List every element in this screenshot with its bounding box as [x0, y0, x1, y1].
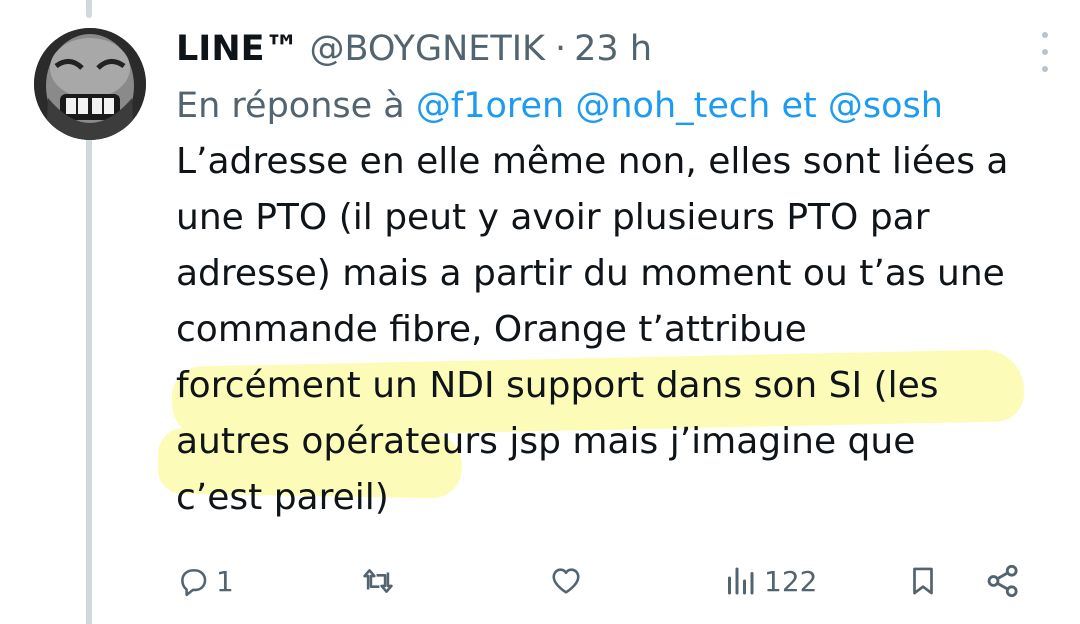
tweet: LINE™ @BOYGNETIK · 23 h En réponse à @f1…: [157, 20, 1060, 526]
mention-link[interactable]: @sosh: [828, 86, 943, 126]
reply-count: 1: [216, 564, 234, 598]
reply-conjunction: et: [781, 86, 817, 126]
tweet-text: L’adresse en elle même non, elles sont l…: [157, 134, 1060, 526]
separator: ·: [555, 29, 567, 69]
handle[interactable]: @BOYGNETIK: [310, 29, 545, 69]
thread-line-bottom: [86, 138, 92, 624]
text-line: commande fibre, Orange t’attribue: [176, 309, 807, 350]
retweet-button[interactable]: [360, 564, 396, 598]
text-line: c’est pareil): [176, 477, 389, 518]
views-count: 122: [764, 564, 818, 598]
text-line: une PTO (il peut y avoir plusieurs PTO p…: [176, 197, 930, 238]
text-line: autres opérateurs jsp mais j’imagine que: [176, 421, 916, 462]
mention-link[interactable]: @noh_tech: [575, 86, 770, 126]
mention-link[interactable]: @f1oren: [416, 86, 564, 126]
more-vertical-icon[interactable]: [1030, 30, 1060, 74]
action-bar: 1 122: [176, 555, 1036, 607]
reply-button[interactable]: 1: [176, 564, 234, 598]
tweet-header: LINE™ @BOYGNETIK · 23 h: [176, 20, 1060, 78]
avatar[interactable]: [34, 28, 146, 140]
like-button[interactable]: [548, 564, 584, 598]
reply-icon: [181, 569, 207, 597]
bookmark-icon: [913, 567, 933, 595]
share-icon: [987, 564, 1018, 598]
views-icon: [728, 567, 754, 595]
timestamp[interactable]: 23 h: [574, 29, 652, 69]
display-name[interactable]: LINE™: [176, 29, 300, 69]
avatar-photo: [34, 28, 146, 140]
share-button[interactable]: [984, 562, 1022, 600]
text-line: L’adresse en elle même non, elles sont l…: [176, 141, 1009, 182]
heart-icon: [552, 568, 580, 594]
reply-prefix: En réponse à: [176, 86, 405, 126]
text-line: adresse) mais a partir du moment ou t’as…: [176, 253, 1005, 294]
bookmark-button[interactable]: [906, 563, 940, 599]
text-line: forcément un NDI support dans son SI (le…: [176, 365, 939, 406]
reply-context: En réponse à @f1oren @noh_tech et @sosh: [176, 78, 1060, 134]
retweet-icon: [363, 569, 393, 593]
thread-line-top: [86, 0, 92, 18]
views-button[interactable]: 122: [722, 563, 817, 599]
